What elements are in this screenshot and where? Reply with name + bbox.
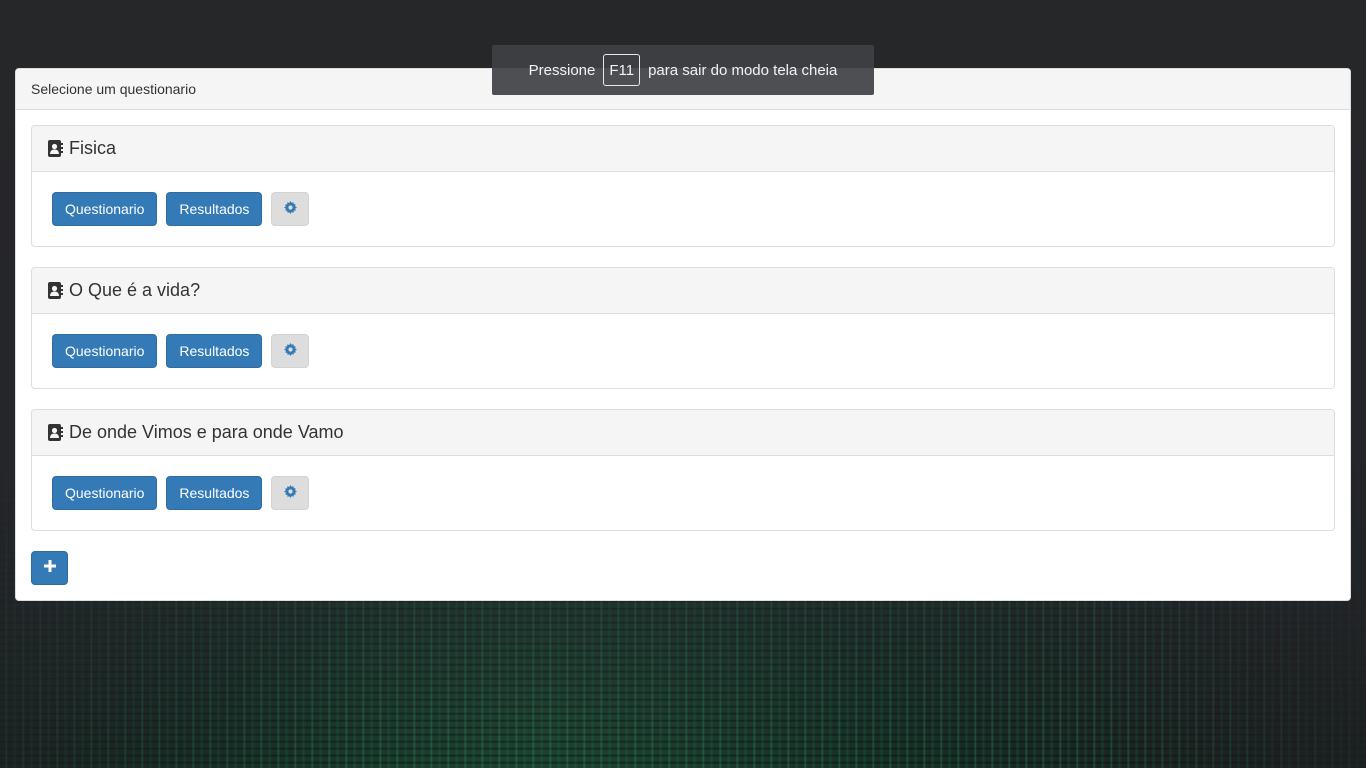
questionnaire-panel: Selecione um questionario Fisica Questio… [15,68,1351,601]
settings-button[interactable] [271,476,310,510]
panel-body: Fisica Questionario Resultados O Que é a… [16,110,1350,531]
add-questionnaire-button[interactable] [31,551,68,585]
address-book-icon [47,282,63,299]
quiz-card-body: Questionario Resultados [32,172,1334,226]
gear-icon [283,485,297,501]
quiz-card-heading: O Que é a vida? [32,268,1334,314]
plus-icon [43,559,56,577]
settings-button[interactable] [271,334,310,368]
quiz-title: O Que é a vida? [69,280,201,300]
f11-key: F11 [603,54,641,86]
quiz-card-body: Questionario Resultados [32,456,1334,510]
panel-heading-text: Selecione um questionario [31,81,196,97]
questionario-button[interactable]: Questionario [52,192,158,226]
gear-icon [283,343,297,359]
fullscreen-text-before: Pressione [528,61,596,79]
quiz-card: O Que é a vida? Questionario Resultados [31,267,1335,389]
quiz-card-heading: De onde Vimos e para onde Vamo [32,410,1334,456]
address-book-icon [47,140,63,157]
resultados-button[interactable]: Resultados [166,192,263,226]
questionario-button[interactable]: Questionario [52,334,158,368]
address-book-icon [47,424,63,441]
quiz-card-heading: Fisica [32,126,1334,172]
resultados-button[interactable]: Resultados [166,476,263,510]
quiz-card: De onde Vimos e para onde Vamo Questiona… [31,409,1335,531]
quiz-title: De onde Vimos e para onde Vamo [69,422,344,442]
quiz-card-body: Questionario Resultados [32,314,1334,368]
settings-button[interactable] [271,192,310,226]
fullscreen-text-after: para sair do modo tela cheia [648,61,838,79]
questionario-button[interactable]: Questionario [52,476,158,510]
gear-icon [283,201,297,217]
quiz-title: Fisica [69,138,117,158]
fullscreen-notification: Pressione F11 para sair do modo tela che… [492,45,874,95]
resultados-button[interactable]: Resultados [166,334,263,368]
quiz-card: Fisica Questionario Resultados [31,125,1335,247]
